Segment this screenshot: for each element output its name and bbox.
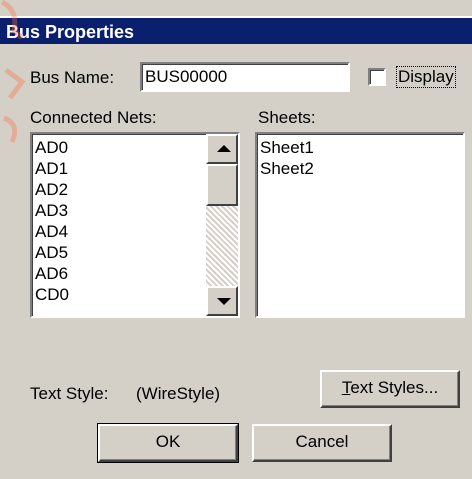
bus-name-value: BUS00000 [145, 67, 228, 86]
net-list-item[interactable]: AD2 [32, 179, 206, 200]
ok-label: OK [155, 432, 181, 451]
scroll-thumb[interactable] [206, 164, 238, 206]
up-arrow-icon [217, 145, 231, 152]
net-list-item[interactable]: AD3 [32, 200, 206, 221]
net-list-item[interactable]: AD4 [32, 221, 206, 242]
sheets-list[interactable]: Sheet1 Sheet2 [255, 132, 465, 318]
connected-nets-label: Connected Nets: [30, 108, 157, 127]
cancel-label: Cancel [295, 432, 349, 451]
window-title: Bus Properties [6, 22, 135, 42]
net-list-item[interactable]: AD0 [32, 137, 206, 158]
ok-button[interactable]: OK [97, 423, 239, 463]
text-style-label: Text Style: [30, 384, 109, 403]
title-bar[interactable]: Bus Properties [0, 16, 472, 44]
bus-name-label: Bus Name: [30, 68, 115, 87]
sheet-list-item[interactable]: Sheet1 [257, 137, 463, 158]
sheets-label: Sheets: [258, 108, 316, 127]
display-checkbox[interactable] [368, 68, 386, 86]
text-styles-label: ext Styles... [350, 378, 439, 397]
net-list-item[interactable]: CD0 [32, 284, 206, 305]
down-arrow-icon [217, 298, 231, 305]
connected-nets-list[interactable]: AD0 AD1 AD2 AD3 AD4 AD5 AD6 CD0 [30, 132, 240, 318]
net-list-item[interactable]: AD1 [32, 158, 206, 179]
display-label[interactable]: Display [396, 66, 456, 88]
nets-scrollbar[interactable] [206, 134, 238, 316]
scroll-up-button[interactable] [206, 134, 238, 164]
net-list-item[interactable]: AD6 [32, 263, 206, 284]
net-list-item[interactable]: AD5 [32, 242, 206, 263]
text-style-value: (WireStyle) [136, 384, 221, 403]
bus-name-input[interactable]: BUS00000 [140, 62, 350, 92]
scroll-down-button[interactable] [206, 286, 238, 316]
sheet-list-item[interactable]: Sheet2 [257, 158, 463, 179]
bus-properties-dialog: Bus Properties Bus Name: BUS00000 Displa… [0, 0, 472, 479]
cancel-button[interactable]: Cancel [252, 424, 392, 462]
text-styles-button[interactable]: Text Styles... [320, 370, 460, 408]
